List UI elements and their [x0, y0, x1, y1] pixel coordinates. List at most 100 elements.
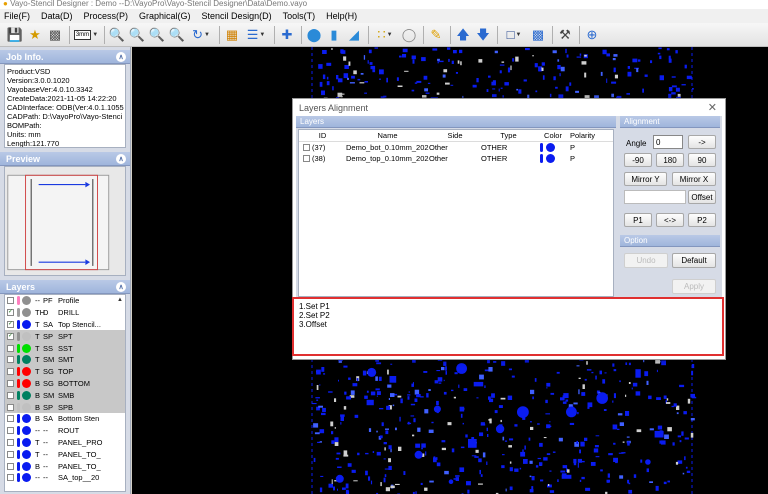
job-info-header[interactable]: Job Info. ∧	[0, 50, 130, 64]
zoom-out-icon[interactable]: 🔍	[128, 26, 146, 44]
row-color-swatch[interactable]	[536, 154, 570, 163]
layer-color-bar[interactable]	[17, 449, 20, 459]
layer-color-bar[interactable]	[17, 390, 20, 400]
import-icon[interactable]: ★	[26, 26, 44, 44]
layer-color-bar[interactable]	[17, 296, 20, 306]
layer-color-dot[interactable]	[22, 331, 31, 341]
line-icon[interactable]: ▮	[325, 26, 343, 44]
zoom-in-icon[interactable]: 🔍	[108, 26, 126, 44]
layer-row[interactable]: B -- PANEL_TO_	[5, 460, 125, 472]
layer-row[interactable]: T SM SMT	[5, 353, 125, 366]
target-icon[interactable]: ⊕	[583, 26, 601, 44]
layer-color-dot[interactable]	[22, 473, 31, 483]
print-icon[interactable]: ▩	[46, 26, 64, 44]
pencil-icon[interactable]: ✎	[427, 26, 445, 44]
arrow-down-icon[interactable]: 🡇	[474, 26, 492, 44]
zoom-area-icon[interactable]: 🔍	[148, 26, 166, 44]
undo-button[interactable]: Undo	[624, 253, 668, 268]
row-checkbox[interactable]	[303, 155, 310, 162]
fill-icon[interactable]: ▩	[529, 26, 547, 44]
layer-color-dot[interactable]	[22, 343, 31, 353]
menu-data[interactable]: Data(D)	[41, 11, 73, 21]
layer-visibility-checkbox[interactable]	[7, 344, 14, 352]
layer-color-bar[interactable]	[17, 308, 20, 318]
layer-color-dot[interactable]	[22, 461, 31, 471]
table-row[interactable]: (37) Demo_bot_0.10mm_2021 Other OTHER P	[299, 142, 613, 153]
scroll-up-icon[interactable]: ▲	[117, 297, 123, 303]
measure-icon[interactable]: ☰ ▼	[243, 26, 269, 44]
layer-color-bar[interactable]	[17, 319, 20, 329]
layer-color-dot[interactable]	[22, 378, 31, 388]
col-type[interactable]: Type	[481, 131, 536, 140]
layer-color-dot[interactable]	[22, 308, 31, 318]
layer-color-bar[interactable]	[17, 414, 20, 424]
p1-button[interactable]: P1	[624, 213, 652, 227]
layer-color-dot[interactable]	[22, 355, 31, 365]
layer-color-bar[interactable]	[17, 355, 20, 365]
layer-visibility-checkbox[interactable]	[7, 474, 14, 482]
grid-icon[interactable]: 3mm ▼	[73, 26, 99, 44]
layer-row[interactable]: ✓ T SP SPT	[5, 330, 125, 343]
p2-button[interactable]: P2	[688, 213, 716, 227]
layer-visibility-checkbox[interactable]	[7, 438, 14, 446]
layer-row[interactable]: ✓ T SA Top Stencil...	[5, 319, 125, 331]
arrow-up-icon[interactable]: 🡅	[454, 26, 472, 44]
zoom-fit-icon[interactable]: 🔍	[168, 26, 186, 44]
layer-visibility-checkbox[interactable]: ✓	[7, 320, 14, 328]
pan-icon[interactable]: ↻ ▼	[188, 26, 214, 44]
layer-row[interactable]: T SG TOP	[5, 365, 125, 378]
layer-visibility-checkbox[interactable]	[7, 391, 14, 399]
menu-tools[interactable]: Tools(T)	[283, 11, 316, 21]
layer-color-bar[interactable]	[17, 461, 20, 471]
menu-stencil-design[interactable]: Stencil Design(D)	[202, 11, 272, 21]
layer-color-bar[interactable]	[17, 402, 20, 412]
layer-row[interactable]: B SA Bottom Sten	[5, 413, 125, 425]
layer-color-bar[interactable]	[17, 378, 20, 388]
layer-visibility-checkbox[interactable]	[7, 403, 14, 411]
layer-visibility-checkbox[interactable]	[7, 427, 14, 435]
rectangle-icon[interactable]: □ ▼	[501, 26, 527, 44]
collapse-icon[interactable]: ∧	[116, 51, 126, 62]
apply-angle-button[interactable]: ->	[688, 135, 716, 149]
layer-visibility-checkbox[interactable]: ✓	[7, 332, 14, 340]
layers-header[interactable]: Layers ∧	[0, 280, 130, 294]
layer-visibility-checkbox[interactable]	[7, 297, 14, 305]
layer-row[interactable]: B SM SMB	[5, 389, 125, 402]
layer-row[interactable]: T -- PANEL_TO_	[5, 448, 125, 460]
layer-color-bar[interactable]	[17, 331, 20, 341]
menu-help[interactable]: Help(H)	[326, 11, 357, 21]
rotate-180-button[interactable]: 180	[656, 153, 684, 167]
menu-file[interactable]: File(F)	[4, 11, 30, 21]
light-icon[interactable]: ◯	[400, 26, 418, 44]
layer-visibility-checkbox[interactable]	[7, 415, 14, 423]
layer-row[interactable]: -- -- SA_top__20	[5, 472, 125, 484]
row-color-swatch[interactable]	[536, 143, 570, 152]
layer-color-dot[interactable]	[22, 296, 31, 306]
collapse-icon[interactable]: ∧	[116, 281, 126, 292]
menu-graphical[interactable]: Graphical(G)	[139, 11, 191, 21]
layer-visibility-checkbox[interactable]	[7, 450, 14, 458]
mirror-y-button[interactable]: Mirror Y	[624, 172, 667, 186]
layer-color-bar[interactable]	[17, 426, 20, 436]
layer-color-bar[interactable]	[17, 367, 20, 377]
offset-button[interactable]: Offset	[688, 190, 716, 204]
collapse-icon[interactable]: ∧	[116, 153, 126, 164]
tool-icon[interactable]: ⚒	[556, 26, 574, 44]
layer-icon[interactable]: ▦	[223, 26, 241, 44]
layer-row[interactable]: -- PF Profile	[5, 295, 125, 307]
mirror-x-button[interactable]: Mirror X	[672, 172, 716, 186]
layer-visibility-checkbox[interactable]	[7, 462, 14, 470]
apply-button[interactable]: Apply	[672, 279, 716, 294]
menu-process[interactable]: Process(P)	[84, 11, 129, 21]
layer-visibility-checkbox[interactable]	[7, 368, 14, 376]
row-checkbox[interactable]	[303, 144, 310, 151]
layer-color-bar[interactable]	[17, 343, 20, 353]
angle-input[interactable]: 0	[653, 135, 683, 149]
table-row[interactable]: (38) Demo_top_0.10mm_2021 Other OTHER P	[299, 153, 613, 164]
preview-box[interactable]	[4, 166, 126, 276]
layer-visibility-checkbox[interactable]	[7, 379, 14, 387]
swap-button[interactable]: <->	[656, 213, 684, 227]
layer-visibility-checkbox[interactable]: ✓	[7, 309, 14, 317]
layer-color-bar[interactable]	[17, 473, 20, 483]
layer-color-dot[interactable]	[22, 402, 31, 412]
